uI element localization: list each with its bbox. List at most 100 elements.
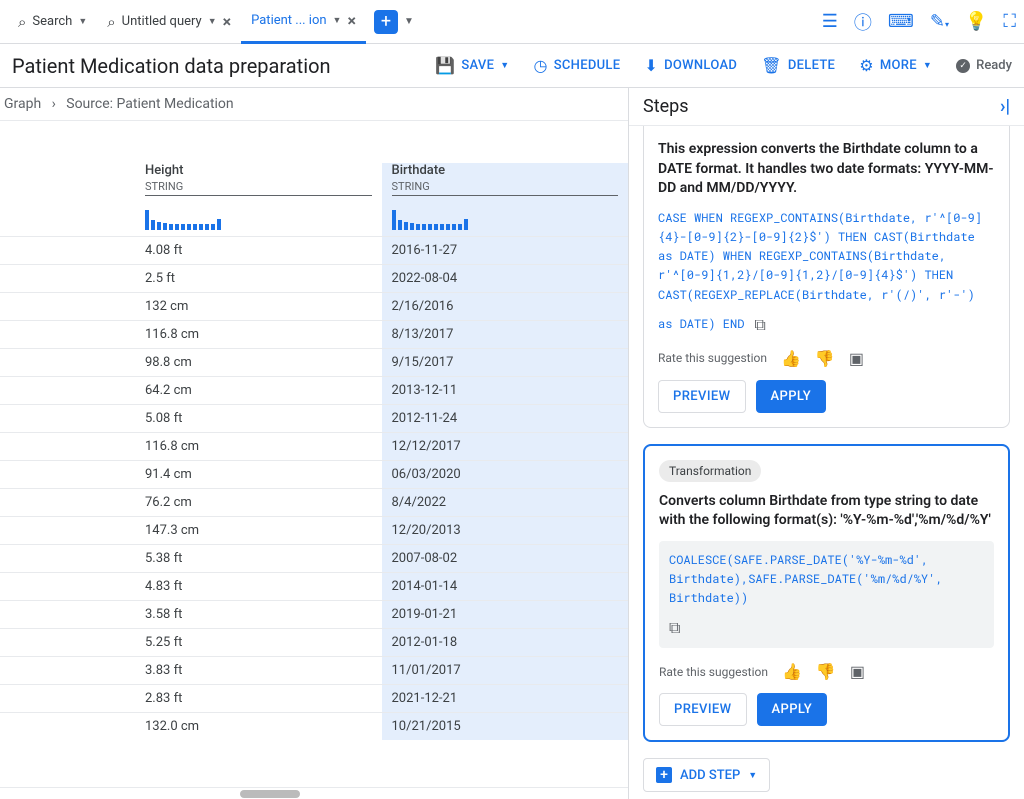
cell-blank [0,545,135,572]
thumbs-down-icon[interactable]: 👎 [815,349,835,368]
table-row[interactable]: 98.8 cm9/15/2017 [0,348,628,376]
table-row[interactable]: 4.83 ft2014-01-14 [0,572,628,600]
magic-icon[interactable]: ✎▾ [930,11,949,32]
trash-icon: 🗑 [761,56,782,75]
cell-height: 5.08 ft [135,405,382,432]
cell-blank [0,461,135,488]
schedule-button[interactable]: ◷SCHEDULE [533,56,620,75]
cell-blank [0,573,135,600]
cell-height: 132 cm [135,293,382,320]
table-row[interactable]: 5.08 ft2012-11-24 [0,404,628,432]
cell-height: 147.3 cm [135,517,382,544]
bulb-icon[interactable]: 💡 [965,11,987,32]
copy-icon[interactable]: ⧉ [754,315,765,335]
scrollbar-thumb[interactable] [240,790,300,798]
chevron-down-icon: ▼ [748,770,757,781]
cell-birthdate: 11/01/2017 [382,657,629,684]
breadcrumb-item[interactable]: Graph [4,96,41,112]
tab-untitled-query[interactable]: ⌕ Untitled query ▼ × [97,0,241,43]
thumbs-up-icon[interactable]: 👍 [781,349,801,368]
table-row[interactable]: 5.38 ft2007-08-02 [0,544,628,572]
cell-blank [0,433,135,460]
table-row[interactable]: 5.25 ft2012-01-18 [0,628,628,656]
cell-height: 4.83 ft [135,573,382,600]
feedback-icon[interactable]: ▣ [849,349,864,368]
thumbs-down-icon[interactable]: 👎 [816,662,836,681]
add-tab-button[interactable]: + [374,10,398,34]
cell-birthdate: 2021-12-21 [382,685,629,712]
copy-icon[interactable]: ⧉ [669,618,680,638]
cell-height: 5.38 ft [135,545,382,572]
cell-height: 2.83 ft [135,685,382,712]
tab-label: Patient ... ion [251,13,326,28]
close-icon[interactable]: × [223,12,232,31]
table-row[interactable]: 76.2 cm8/4/2022 [0,488,628,516]
table-row[interactable]: 3.58 ft2019-01-21 [0,600,628,628]
fullscreen-icon[interactable]: ⛶ [1003,11,1016,32]
data-grid-panel: Graph › Source: Patient Medication Heigh… [0,88,629,799]
cell-birthdate: 2013-12-11 [382,377,629,404]
download-icon: ⬇ [644,56,658,75]
table-row[interactable]: 2.5 ft2022-08-04 [0,264,628,292]
gear-icon: ⚙ [859,56,874,75]
tab-label: Search [32,14,72,29]
clock-icon: ◷ [533,56,547,75]
cell-height: 5.25 ft [135,629,382,656]
table-row[interactable]: 132.0 cm10/21/2015 [0,712,628,740]
feedback-icon[interactable]: ▣ [850,662,865,681]
table-row[interactable]: 116.8 cm12/12/2017 [0,432,628,460]
close-icon[interactable]: × [347,11,356,30]
table-row[interactable]: 147.3 cm12/20/2013 [0,516,628,544]
cell-height: 3.58 ft [135,601,382,628]
table-row[interactable]: 132 cm2/16/2016 [0,292,628,320]
horizontal-scrollbar[interactable] [0,787,628,799]
more-button[interactable]: ⚙MORE▼ [859,56,932,75]
card-description: Converts column Birthdate from type stri… [659,492,994,531]
collapse-icon[interactable]: ›| [1000,96,1010,117]
cell-height: 4.08 ft [135,237,382,264]
cell-blank [0,293,135,320]
table-row[interactable]: 3.83 ft11/01/2017 [0,656,628,684]
apply-button[interactable]: APPLY [756,380,827,413]
status-ready: ✓Ready [956,58,1012,73]
list-icon[interactable]: ☰ [822,11,838,32]
cell-birthdate: 2016-11-27 [382,237,629,264]
preview-button[interactable]: PREVIEW [659,693,747,726]
save-icon: 💾 [435,56,455,75]
delete-button[interactable]: 🗑DELETE [761,56,835,75]
tab-search[interactable]: ⌕ Search ▼ [8,0,97,43]
download-button[interactable]: ⬇DOWNLOAD [644,56,737,75]
cell-birthdate: 12/12/2017 [382,433,629,460]
cell-birthdate: 8/13/2017 [382,321,629,348]
table-row[interactable]: 91.4 cm06/03/2020 [0,460,628,488]
info-icon[interactable]: ⓘ [854,9,872,35]
cell-birthdate: 8/4/2022 [382,489,629,516]
chevron-down-icon: ▼ [78,16,87,27]
cell-blank [0,601,135,628]
breadcrumb-item[interactable]: Source: Patient Medication [66,96,233,112]
sql-code: CASE WHEN REGEXP_CONTAINS(Birthdate, r'^… [658,209,995,305]
apply-button[interactable]: APPLY [757,693,828,726]
keyboard-icon[interactable]: ⌨ [888,11,914,32]
preview-button[interactable]: PREVIEW [658,380,746,413]
grid-body[interactable]: 4.08 ft2016-11-272.5 ft2022-08-04132 cm2… [0,236,628,799]
column-header-birthdate[interactable]: Birthdate STRING [382,163,629,236]
table-row[interactable]: 116.8 cm8/13/2017 [0,320,628,348]
table-row[interactable]: 4.08 ft2016-11-27 [0,236,628,264]
cell-blank [0,405,135,432]
tab-patient-medication[interactable]: Patient ... ion ▼ × [241,1,366,44]
cell-birthdate: 9/15/2017 [382,349,629,376]
thumbs-up-icon[interactable]: 👍 [782,662,802,681]
sparkline [145,196,372,236]
table-row[interactable]: 64.2 cm2013-12-11 [0,376,628,404]
column-header-height[interactable]: Height STRING [135,163,382,236]
save-button[interactable]: 💾SAVE▼ [435,56,509,75]
table-row[interactable]: 2.83 ft2021-12-21 [0,684,628,712]
chevron-down-icon[interactable]: ▼ [404,16,414,27]
cell-blank [0,237,135,264]
add-step-button[interactable]: + ADD STEP ▼ [643,758,770,792]
suggestion-card-active: Transformation Converts column Birthdate… [643,444,1010,743]
cell-blank [0,265,135,292]
cell-birthdate: 2/16/2016 [382,293,629,320]
page-title: Patient Medication data preparation [12,54,331,78]
